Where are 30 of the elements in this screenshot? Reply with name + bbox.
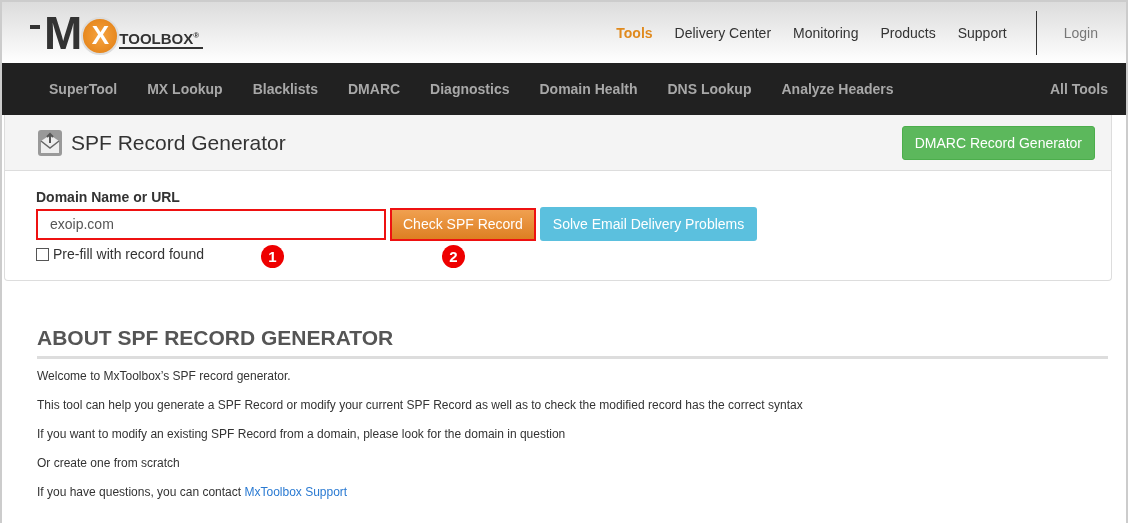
envelope-icon xyxy=(37,128,63,157)
nav-link[interactable]: Monitoring xyxy=(782,24,870,41)
step-marker: 1 xyxy=(261,245,284,268)
paragraph: This tool can help you generate a SPF Record or modify your current SPF Record as well as to check the modified record has the correct syntax xyxy=(37,398,804,413)
tool-link[interactable]: Domain Health xyxy=(539,81,638,97)
support-link[interactable]: MxToolbox Support xyxy=(244,485,348,499)
all-tools-link[interactable]: All Tools xyxy=(1049,81,1108,97)
prefill-checkbox[interactable] xyxy=(36,247,49,261)
tool-link[interactable]: Blacklists xyxy=(252,81,318,97)
section-heading: ABOUT SPF RECORD GENERATOR xyxy=(37,326,1108,359)
tool-link[interactable]: DMARC xyxy=(348,81,401,97)
tool-link[interactable]: DNS Lookup xyxy=(667,81,752,97)
tool-link[interactable]: MX Lookup xyxy=(147,81,223,97)
paragraph: If you want to modify an existing SPF Record from a domain, please look for the domain in question xyxy=(37,427,567,442)
step-marker: 2 xyxy=(442,245,465,268)
domain-input-field[interactable]: exoip.com xyxy=(36,208,386,240)
paragraph: If you have questions, you can contact MxToolbox Support xyxy=(37,485,349,500)
nav-link[interactable]: Delivery Center xyxy=(663,24,783,41)
nav-link[interactable]: Support xyxy=(946,24,1018,41)
tool-link[interactable]: SuperTool xyxy=(49,81,118,97)
panel-title: SPF Record Generator xyxy=(71,130,286,155)
tool-link[interactable]: Diagnostics xyxy=(430,81,510,97)
logo[interactable]: M X TOOLBOX$^{®}$ xyxy=(30,10,204,55)
paragraph: Or create one from scratch xyxy=(37,456,181,471)
field-label: Domain Name or URL xyxy=(36,189,181,205)
nav-link[interactable]: Products xyxy=(869,24,947,41)
tool-link[interactable]: Analyze Headers xyxy=(781,81,894,97)
checkbox-label: Pre-fill with record found xyxy=(53,246,204,262)
paragraph: Welcome to MxToolbox’s SPF record generator. xyxy=(37,369,292,384)
login-link[interactable]: Login xyxy=(1050,24,1098,41)
